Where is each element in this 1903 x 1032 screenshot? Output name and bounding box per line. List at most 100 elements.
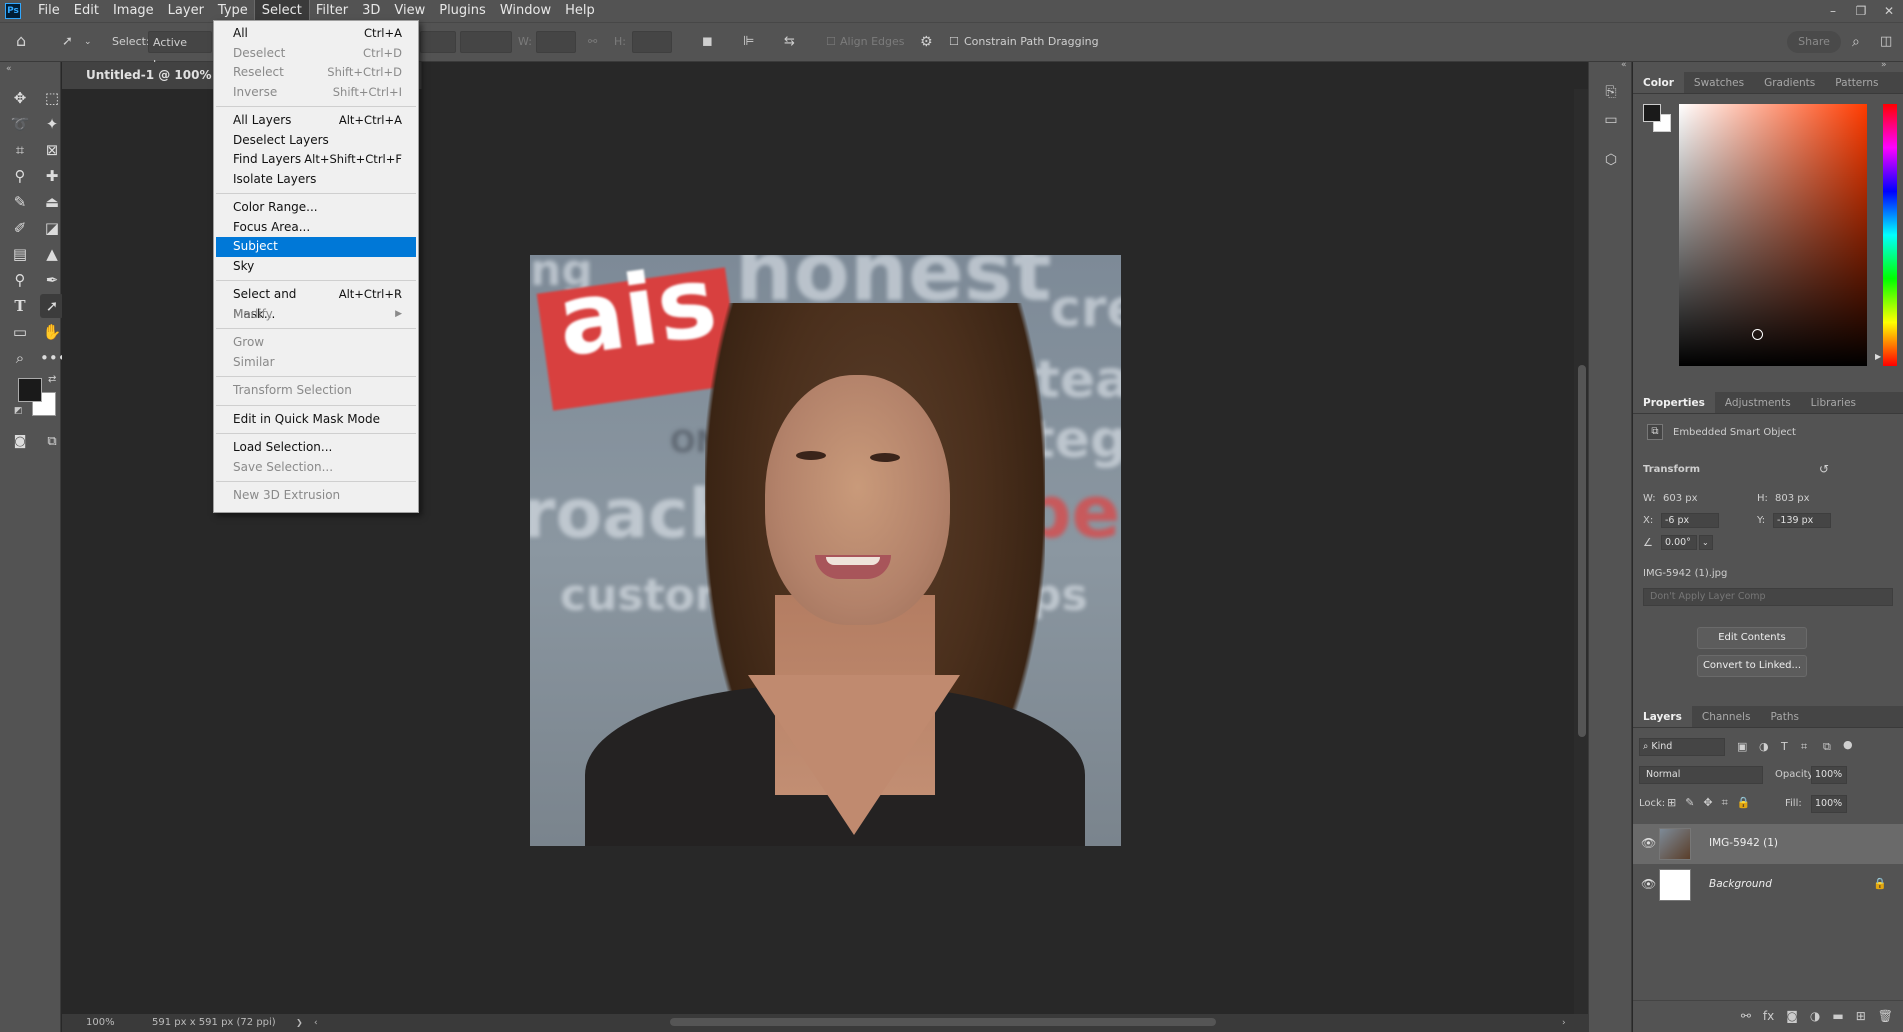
pen-tool-icon[interactable]: ✒ [40, 268, 64, 292]
menu-item-load-selection[interactable]: Load Selection... [214, 438, 418, 458]
close-button[interactable]: ✕ [1875, 0, 1903, 22]
add-mask-icon[interactable]: ◙ [1786, 1009, 1798, 1023]
eraser-tool-icon[interactable]: ◪ [40, 216, 64, 240]
eyedropper-tool-icon[interactable]: ⚲ [8, 164, 32, 188]
h-value[interactable]: 803 px [1775, 493, 1810, 504]
minimize-button[interactable]: – [1819, 0, 1847, 22]
tab-swatches[interactable]: Swatches [1684, 72, 1754, 93]
menu-item-color-range[interactable]: Color Range... [214, 198, 418, 218]
layer-name[interactable]: Background [1709, 878, 1772, 890]
lock-icons[interactable]: ⊞✎✥⌗🔒 [1667, 796, 1760, 810]
filter-type-icon[interactable]: T [1781, 740, 1788, 753]
filter-toggle-icon[interactable]: ● [1843, 738, 1853, 751]
tab-gradients[interactable]: Gradients [1754, 72, 1825, 93]
blur-tool-icon[interactable]: ▲ [40, 242, 64, 266]
adjustment-layer-icon[interactable]: ◑ [1810, 1009, 1820, 1023]
menu-item-reselect[interactable]: Reselect Shift+Ctrl+D [214, 63, 418, 83]
menu-item-grow[interactable]: Grow [214, 333, 418, 353]
fill-input[interactable]: 100% [1811, 795, 1847, 813]
visibility-eye-icon[interactable]: 👁 [1641, 836, 1656, 850]
filter-shape-icon[interactable]: ⌗ [1801, 740, 1807, 754]
menu-item-all-layers[interactable]: All Layers Alt+Ctrl+A [214, 111, 418, 131]
menu-item-save-selection[interactable]: Save Selection... [214, 458, 418, 478]
hue-slider[interactable] [1883, 104, 1897, 366]
visibility-eye-icon[interactable]: 👁 [1641, 877, 1656, 891]
status-menu-arrow[interactable]: ❯ [296, 1014, 303, 1032]
menu-item-sky[interactable]: Sky [214, 257, 418, 277]
workspace-icon[interactable]: ◫ [1880, 31, 1892, 53]
menu-item-all[interactable]: All Ctrl+A [214, 24, 418, 44]
path-select-tool-icon[interactable]: ➚ [62, 31, 73, 53]
tab-adjustments[interactable]: Adjustments [1715, 392, 1801, 413]
quick-mask-icon[interactable]: ◙ [8, 430, 32, 454]
menu-layer[interactable]: Layer [161, 0, 211, 22]
menu-item-deselect-layers[interactable]: Deselect Layers [214, 131, 418, 151]
layer-row[interactable]: 👁 Background 🔒 [1633, 865, 1903, 905]
restore-button[interactable]: ❐ [1847, 0, 1875, 22]
menu-help[interactable]: Help [558, 0, 602, 22]
menu-image[interactable]: Image [106, 0, 161, 22]
move-tool-icon[interactable]: ✥ [8, 86, 32, 110]
angle-dropdown[interactable]: ⌄ [1699, 535, 1713, 550]
menu-window[interactable]: Window [493, 0, 558, 22]
menu-3d[interactable]: 3D [355, 0, 387, 22]
gear-icon[interactable]: ⚙ [920, 31, 933, 53]
hue-slider-marker[interactable]: ▶ [1875, 352, 1881, 361]
layer-name[interactable]: IMG-5942 (1) [1709, 837, 1778, 849]
menu-item-modify[interactable]: Modify ▶ [214, 305, 418, 325]
fill-dropdown[interactable] [420, 31, 456, 53]
height-input[interactable] [632, 31, 672, 53]
x-input[interactable]: -6 px [1661, 513, 1719, 528]
menu-plugins[interactable]: Plugins [432, 0, 493, 22]
color-picker-field[interactable] [1679, 104, 1867, 366]
tab-properties[interactable]: Properties [1633, 392, 1715, 413]
menu-item-select-and-mask[interactable]: Select and Mask... Alt+Ctrl+R [214, 285, 418, 321]
path-alignment-icon[interactable]: ⊫ [743, 31, 754, 53]
color-picker-cursor[interactable] [1752, 329, 1763, 340]
menu-item-focus-area[interactable]: Focus Area... [214, 218, 418, 238]
menu-select[interactable]: Select [253, 0, 310, 23]
menu-file[interactable]: File [31, 0, 67, 22]
screen-mode-icon[interactable]: ⧉ [40, 430, 64, 454]
menu-view[interactable]: View [387, 0, 432, 22]
zoom-level[interactable]: 100% [86, 1014, 115, 1032]
share-button[interactable]: Share [1787, 31, 1841, 53]
foreground-color-chip[interactable] [1643, 104, 1661, 122]
tab-libraries[interactable]: Libraries [1801, 392, 1866, 413]
fx-icon[interactable]: fx [1763, 1009, 1774, 1023]
tab-channels[interactable]: Channels [1692, 706, 1761, 727]
horizontal-scrollbar-thumb[interactable] [670, 1018, 1216, 1026]
menu-item-transform-selection[interactable]: Transform Selection [214, 381, 418, 401]
lasso-tool-icon[interactable]: ➰ [8, 112, 32, 136]
menu-item-subject[interactable]: Subject [216, 237, 416, 257]
filter-smart-object-icon[interactable]: ⧉ [1823, 740, 1831, 754]
menu-item-new-3d-extrusion[interactable]: New 3D Extrusion [214, 486, 418, 506]
frame-tool-icon[interactable]: ⊠ [40, 138, 64, 162]
collapse-panels-icon[interactable]: » [1881, 60, 1887, 70]
home-icon[interactable]: ⌂ [16, 30, 26, 52]
search-icon[interactable]: ⌕ [1852, 31, 1860, 53]
crop-tool-icon[interactable]: ⌗ [8, 138, 32, 162]
path-operations-icon[interactable]: ◼ [702, 31, 713, 53]
filter-adjustment-icon[interactable]: ◑ [1759, 740, 1769, 753]
type-tool-icon[interactable]: T [8, 294, 32, 318]
w-value[interactable]: 603 px [1663, 493, 1698, 504]
history-panel-icon[interactable]: ⎘ [1599, 80, 1623, 104]
layer-row[interactable]: 👁 IMG-5942 (1) [1633, 824, 1903, 864]
new-group-icon[interactable]: ▬ [1832, 1009, 1843, 1023]
align-edges-checkbox[interactable]: ☐ [826, 31, 836, 53]
filter-pixel-icon[interactable]: ▣ [1737, 740, 1747, 753]
3d-panel-icon[interactable]: ⬡ [1599, 148, 1623, 172]
blend-mode-dropdown[interactable]: Normal [1639, 766, 1763, 784]
new-layer-icon[interactable]: ⊞ [1856, 1009, 1866, 1023]
gradient-tool-icon[interactable]: ▤ [8, 242, 32, 266]
swap-colors-icon[interactable]: ⇄ [48, 374, 56, 385]
tab-patterns[interactable]: Patterns [1825, 72, 1888, 93]
reset-transform-icon[interactable]: ↺ [1819, 462, 1829, 476]
tool-preset-chevron-icon[interactable]: ⌄ [84, 31, 92, 53]
menu-item-find-layers[interactable]: Find Layers Alt+Shift+Ctrl+F [214, 150, 418, 170]
scroll-right-arrow[interactable]: › [1562, 1014, 1566, 1032]
width-input[interactable] [536, 31, 576, 53]
menu-type[interactable]: Type [211, 0, 255, 22]
opacity-input[interactable]: 100% [1811, 766, 1847, 784]
